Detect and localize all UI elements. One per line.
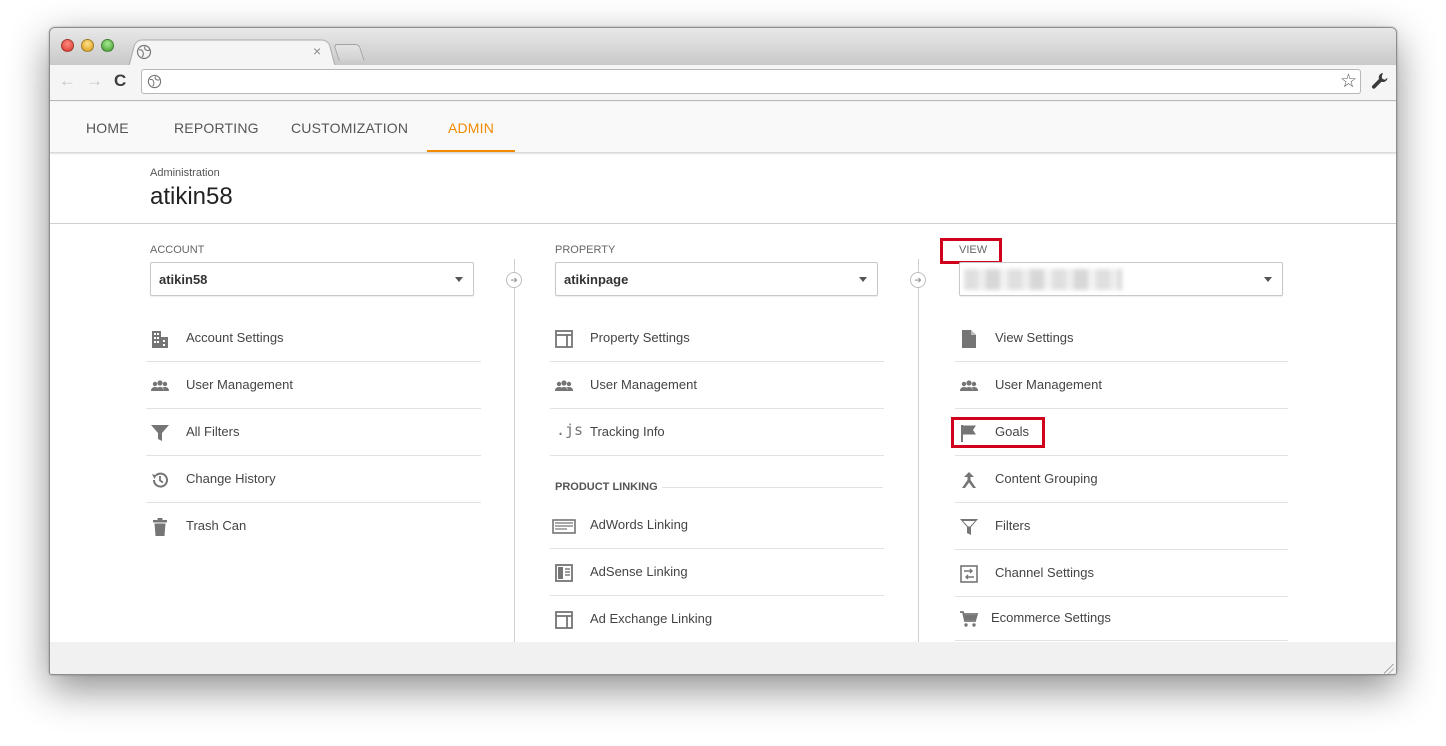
menu-item-label: Tracking Info [590, 424, 665, 439]
back-button[interactable]: ← [59, 71, 76, 91]
menu-item-label: User Management [995, 377, 1102, 392]
menu-item-label: Ad Exchange Linking [590, 611, 713, 626]
nav-home[interactable]: HOME [86, 102, 129, 152]
account-user-management-link[interactable]: User Management [146, 362, 481, 409]
change-history-link[interactable]: Change History [146, 456, 481, 503]
trash-icon [153, 518, 167, 536]
layout-icon [555, 330, 573, 348]
grouping-icon [962, 472, 976, 488]
chevron-down-icon [1264, 277, 1272, 282]
title-bar: × [50, 28, 1396, 67]
menu-item-label: Content Grouping [995, 471, 1098, 486]
users-icon [960, 380, 978, 391]
highlight-box [951, 417, 1045, 448]
new-tab-button[interactable] [333, 44, 365, 61]
close-tab-icon[interactable]: × [313, 43, 321, 59]
forward-button[interactable]: → [86, 71, 103, 91]
header-divider [50, 223, 1396, 224]
account-settings-link[interactable]: Account Settings [146, 315, 481, 362]
arrow-right-icon: ➜ [910, 272, 926, 288]
breadcrumb: Administration [150, 167, 220, 179]
page-footer [50, 642, 1396, 674]
adsense-icon [555, 564, 573, 582]
product-linking-heading: PRODUCT LINKING [555, 481, 658, 493]
browser-tab[interactable] [128, 39, 336, 67]
filter-icon [960, 519, 978, 535]
all-filters-link[interactable]: All Filters [146, 409, 481, 456]
address-bar[interactable]: ☆ [141, 69, 1361, 94]
highlight-box [940, 238, 1002, 264]
section-divider [662, 487, 883, 488]
filter-icon [151, 425, 169, 441]
chevron-down-icon [859, 277, 867, 282]
users-icon [151, 380, 169, 391]
cart-icon [960, 611, 979, 627]
browser-window: × ← → C ☆ HOME REPORTING CUSTOMIZATION A… [49, 27, 1397, 675]
arrow-right-icon: ➜ [506, 272, 522, 288]
address-input[interactable] [168, 73, 1328, 91]
menu-item-label: AdWords Linking [590, 517, 689, 532]
globe-icon [136, 44, 152, 60]
menu-item-label: Account Settings [186, 330, 284, 345]
menu-item-label: Property Settings [590, 330, 690, 345]
menu-item-label: AdSense Linking [590, 564, 688, 579]
users-icon [555, 380, 573, 391]
account-column-label: ACCOUNT [150, 244, 205, 256]
view-select[interactable] [959, 262, 1283, 296]
building-icon [152, 331, 168, 348]
account-select[interactable]: atikin58 [150, 262, 474, 296]
ad-exchange-linking-link[interactable]: Ad Exchange Linking [550, 596, 884, 642]
menu-item-label: Ecommerce Settings [991, 610, 1111, 625]
menu-item-label: Channel Settings [995, 565, 1095, 580]
nav-reporting[interactable]: REPORTING [174, 102, 259, 152]
property-user-management-link[interactable]: User Management [550, 362, 884, 409]
nav-customization[interactable]: CUSTOMIZATION [291, 102, 408, 152]
page-content: HOME REPORTING CUSTOMIZATION ADMIN Admin… [50, 102, 1396, 642]
menu-item-label: User Management [590, 377, 697, 392]
nav-admin[interactable]: ADMIN [427, 102, 515, 152]
property-column-label: PROPERTY [555, 244, 616, 256]
filters-link[interactable]: Filters [955, 503, 1288, 550]
layout-icon [555, 611, 573, 629]
browser-toolbar: ← → C ☆ [50, 65, 1396, 101]
view-user-management-link[interactable]: User Management [955, 362, 1288, 409]
minimize-window-button[interactable] [81, 39, 94, 52]
blurred-view-name [964, 269, 1122, 290]
globe-icon [147, 74, 162, 89]
channel-settings-link[interactable]: Channel Settings [955, 550, 1288, 597]
column-divider [918, 259, 919, 642]
content-grouping-link[interactable]: Content Grouping [955, 456, 1288, 503]
menu-item-label: All Filters [186, 424, 240, 439]
adsense-linking-link[interactable]: AdSense Linking [550, 549, 884, 596]
history-icon [152, 472, 168, 488]
bookmark-star-icon[interactable]: ☆ [1340, 71, 1357, 93]
menu-item-label: Trash Can [186, 518, 247, 533]
chevron-down-icon [455, 277, 463, 282]
adwords-icon [552, 519, 576, 534]
account-selected-value: atikin58 [159, 272, 208, 287]
page-title: atikin58 [150, 183, 233, 210]
reload-button[interactable]: C [114, 71, 126, 91]
property-settings-link[interactable]: Property Settings [550, 315, 884, 362]
close-window-button[interactable] [61, 39, 74, 52]
document-icon [962, 330, 976, 348]
channel-icon [960, 565, 978, 583]
column-divider [514, 259, 515, 642]
zoom-window-button[interactable] [101, 39, 114, 52]
property-selected-value: atikinpage [564, 272, 629, 287]
menu-item-label: Filters [995, 518, 1031, 533]
wrench-icon[interactable] [1370, 71, 1390, 91]
js-icon: .js [556, 421, 584, 439]
menu-item-label: User Management [186, 377, 293, 392]
top-navigation: HOME REPORTING CUSTOMIZATION ADMIN [50, 102, 1396, 153]
property-select[interactable]: atikinpage [555, 262, 878, 296]
menu-item-label: Change History [186, 471, 276, 486]
ecommerce-settings-link[interactable]: Ecommerce Settings [955, 597, 1288, 641]
view-settings-link[interactable]: View Settings [955, 315, 1288, 362]
tracking-info-link[interactable]: .js Tracking Info [550, 409, 884, 456]
trash-can-link[interactable]: Trash Can [146, 503, 481, 550]
resize-grip-icon[interactable] [1384, 664, 1394, 674]
menu-item-label: View Settings [995, 330, 1074, 345]
adwords-linking-link[interactable]: AdWords Linking [550, 502, 884, 549]
